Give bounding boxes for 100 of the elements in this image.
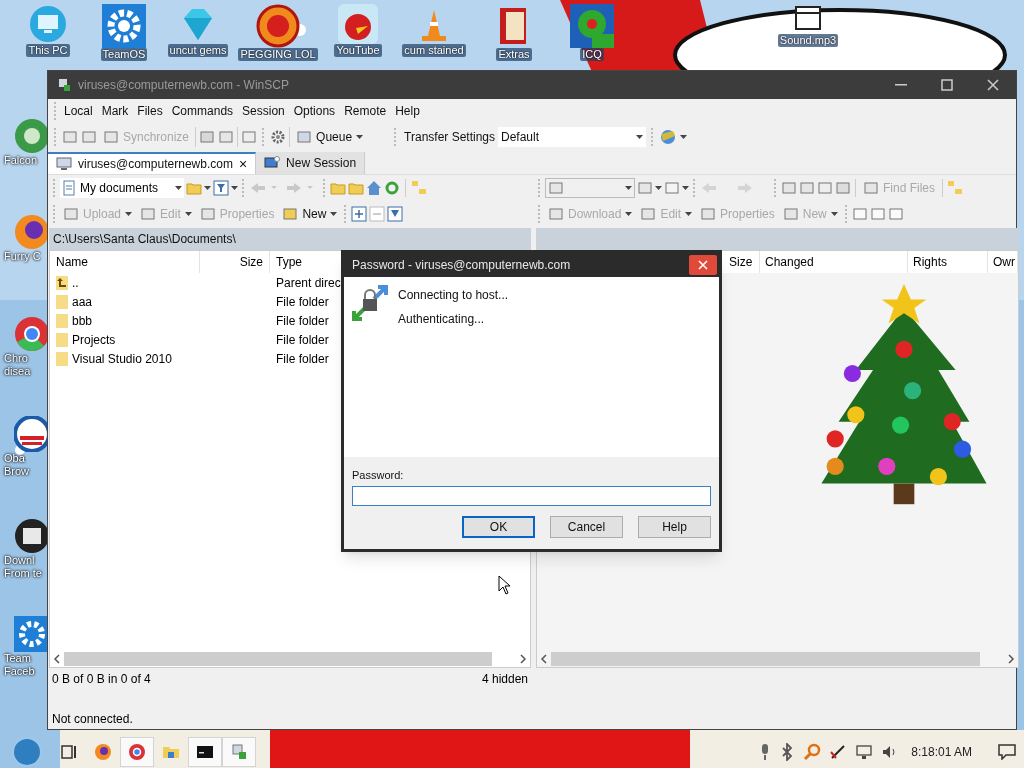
- file-name[interactable]: bbb: [72, 311, 93, 330]
- caret-icon: [682, 186, 689, 190]
- menu-item[interactable]: Local: [60, 102, 97, 120]
- caret-icon: [184, 212, 192, 216]
- task-view-icon: [60, 743, 78, 761]
- caret-icon: [330, 212, 338, 216]
- transfer-settings-dropdown[interactable]: Default: [498, 127, 646, 147]
- session-tab[interactable]: viruses@computernewb.com ×: [48, 152, 257, 174]
- caret-icon: [636, 135, 643, 139]
- desktop-icon-label[interactable]: ICQ: [580, 48, 604, 61]
- caret-icon: [125, 212, 133, 216]
- caret-icon: [356, 135, 364, 139]
- file-type: File folder: [275, 350, 329, 368]
- window-title: viruses@computernewb.com - WinSCP: [78, 77, 290, 94]
- desktop-icon-label[interactable]: cum stained: [402, 44, 466, 57]
- hidden-count: 4 hidden: [481, 671, 528, 688]
- desktop-icon-label[interactable]: uncut gems: [167, 44, 229, 57]
- caret-icon: [625, 186, 632, 190]
- menu-item[interactable]: Options: [289, 102, 340, 120]
- browser-icon: [128, 743, 146, 761]
- file-type: File folder: [275, 293, 329, 311]
- session-tab[interactable]: New Session: [256, 152, 366, 174]
- menu-item[interactable]: Help: [391, 102, 424, 120]
- scroll-left-icon[interactable]: [539, 653, 549, 664]
- password-label: Password:: [352, 468, 405, 483]
- scrollbar-thumb[interactable]: [64, 651, 492, 666]
- file-type: Parent direc: [275, 274, 341, 292]
- browser-icon: [94, 743, 112, 761]
- caret-icon: [830, 212, 838, 216]
- caret-icon: [685, 212, 693, 216]
- menu-item[interactable]: Commands: [167, 102, 238, 120]
- file-name[interactable]: ..: [72, 273, 79, 292]
- desktop-icon-label[interactable]: YouTube: [334, 44, 382, 57]
- caret-icon: [175, 186, 182, 190]
- column-header[interactable]: Owr: [988, 251, 1018, 273]
- toolbar-button[interactable]: New: [279, 203, 341, 225]
- caret-icon: [625, 212, 633, 216]
- pen-icon[interactable]: [829, 743, 848, 761]
- column-header[interactable]: Size: [200, 251, 270, 273]
- status-message: Connecting to host...: [398, 287, 509, 304]
- close-tab-button[interactable]: ×: [238, 157, 248, 171]
- clock[interactable]: 8:18:01 AM: [911, 743, 972, 761]
- dialog-button[interactable]: Cancel: [550, 515, 623, 538]
- browser-icon: [14, 316, 50, 352]
- dialog-button[interactable]: Help: [638, 515, 711, 538]
- desktop-icon-label[interactable]: Extras: [496, 48, 532, 61]
- menu-item[interactable]: Remote: [340, 102, 391, 120]
- file-type: File folder: [275, 312, 329, 330]
- app-icon: [56, 77, 72, 93]
- scrollbar-thumb[interactable]: [551, 651, 980, 666]
- file-name[interactable]: Projects: [72, 330, 116, 349]
- app-icon: [230, 743, 248, 761]
- notification-icon[interactable]: [998, 744, 1016, 760]
- lock-arrows-icon: [352, 285, 388, 321]
- toolbar-button[interactable]: Queue: [293, 126, 367, 148]
- close-button[interactable]: [689, 255, 717, 275]
- connection-status: Not connected.: [52, 711, 133, 728]
- minimize-icon: [895, 84, 907, 86]
- scroll-left-icon[interactable]: [52, 653, 62, 664]
- flower-icon: [570, 4, 614, 48]
- magnifier-icon[interactable]: [803, 743, 822, 761]
- globe-icon: [14, 214, 50, 250]
- password-field[interactable]: [352, 485, 711, 506]
- column-header[interactable]: Changed: [760, 251, 908, 273]
- parent-folder-icon: [56, 275, 68, 290]
- scroll-right-icon[interactable]: [518, 653, 528, 664]
- file-type: File folder: [275, 331, 329, 349]
- monitor-icon: [56, 157, 72, 171]
- transfer-settings-label: Transfer Settings: [404, 129, 495, 146]
- path-bar: C:\Users\Santa Claus\Documents\: [49, 228, 531, 250]
- location-dropdown[interactable]: My documents: [60, 178, 184, 198]
- caret-icon: [204, 186, 211, 190]
- gear-icon: [14, 616, 50, 652]
- menu-item[interactable]: Mark: [97, 102, 133, 120]
- column-header[interactable]: Name: [50, 251, 200, 273]
- monitor-icon: [28, 4, 68, 44]
- status-message: Authenticating...: [398, 311, 486, 328]
- close-icon: [698, 260, 708, 270]
- bird-icon: [338, 4, 378, 44]
- network-icon[interactable]: [855, 744, 874, 760]
- gear-icon[interactable]: [270, 129, 287, 145]
- caret-icon: [231, 186, 238, 190]
- taskbar-button[interactable]: [188, 737, 222, 767]
- desktop-icon-label[interactable]: This PC: [26, 44, 70, 57]
- dialog-button[interactable]: OK: [462, 515, 535, 538]
- column-header[interactable]: Size: [724, 251, 760, 273]
- file-name[interactable]: Visual Studio 2010: [72, 349, 172, 368]
- maximize-icon: [941, 79, 953, 91]
- menu-item[interactable]: Files: [133, 102, 167, 120]
- file-name[interactable]: aaa: [72, 292, 93, 311]
- globe-icon[interactable]: [659, 128, 677, 146]
- column-header[interactable]: Rights: [908, 251, 988, 273]
- scroll-right-icon[interactable]: [1006, 653, 1016, 664]
- close-icon: [987, 79, 999, 91]
- desktop-icon-label[interactable]: PEGGING LOL: [238, 48, 318, 61]
- circle-logo-icon: [14, 118, 50, 154]
- desktop-icon-label[interactable]: Sound.mp3: [777, 34, 839, 47]
- menu-item[interactable]: Session: [238, 102, 289, 120]
- circle-logo-icon: [256, 4, 300, 48]
- desktop-icon-label[interactable]: TeamOS: [100, 48, 148, 61]
